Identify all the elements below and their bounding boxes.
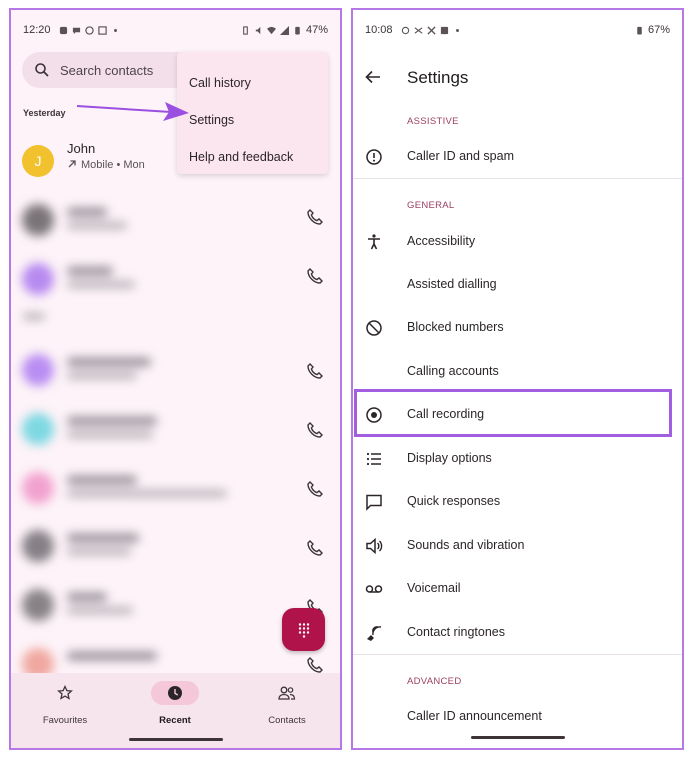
setting-voicemail[interactable]: Voicemail (353, 569, 682, 609)
bottom-navigation: Favourites Recent Contacts (11, 673, 340, 748)
wifi-icon (266, 26, 276, 35)
hotspot-icon (401, 26, 410, 35)
menu-item-help-feedback[interactable]: Help and feedback (189, 150, 293, 164)
linkedin-icon (440, 26, 449, 35)
divider (353, 178, 682, 179)
status-time: 10:08 (365, 24, 393, 36)
ringtone-icon (365, 624, 383, 642)
dialpad-button[interactable] (282, 608, 325, 651)
section-general: GENERAL (407, 200, 455, 211)
setting-calling-accounts[interactable]: Calling accounts (353, 352, 682, 392)
contact-name: John (67, 141, 96, 156)
app-bar: Settings (353, 50, 682, 106)
recent-call-blurred[interactable] (11, 255, 340, 303)
recent-call-blurred[interactable] (11, 346, 340, 394)
call-recording-highlight (354, 389, 672, 437)
menu-item-settings[interactable]: Settings (189, 113, 234, 127)
list-icon (365, 450, 383, 468)
x-icon (426, 25, 436, 35)
battery-icon (635, 26, 644, 35)
signal-icon (279, 25, 289, 35)
voicemail-icon (365, 580, 383, 598)
phone-icon[interactable] (306, 362, 324, 380)
call-detail-text: Mobile • Mon (81, 159, 145, 171)
phone-icon[interactable] (306, 480, 324, 498)
shuffle-icon (414, 26, 423, 35)
gesture-bar (470, 736, 565, 739)
section-assistive: ASSISTIVE (407, 116, 459, 127)
call-detail: Mobile • Mon (67, 159, 145, 171)
overflow-menu: Call history Settings Help and feedback (177, 52, 328, 174)
phone-icon[interactable] (306, 208, 324, 226)
nav-contacts[interactable]: Contacts (247, 681, 327, 726)
status-bar: 12:20 47% (11, 10, 340, 50)
people-icon (247, 681, 327, 705)
outgoing-call-icon (68, 160, 76, 168)
battery-icon (293, 26, 302, 35)
search-icon (34, 62, 50, 78)
star-icon (25, 681, 105, 705)
dot-icon (453, 26, 462, 35)
setting-blocked-numbers[interactable]: Blocked numbers (353, 308, 682, 348)
vibrate-icon (241, 25, 250, 35)
section-label-blurred (11, 305, 340, 325)
system-status: 47% (241, 24, 328, 36)
recent-call-blurred[interactable] (11, 522, 340, 570)
setting-quick-responses[interactable]: Quick responses (353, 482, 682, 522)
back-arrow-icon[interactable] (364, 68, 382, 86)
volume-icon (365, 537, 383, 555)
setting-display-options[interactable]: Display options (353, 439, 682, 479)
slack-icon (59, 26, 68, 35)
setting-sounds-vibration[interactable]: Sounds and vibration (353, 526, 682, 566)
setting-caller-id-announcement[interactable]: Caller ID announcement (353, 697, 682, 737)
chat-icon (72, 26, 81, 35)
system-status: 67% (635, 24, 670, 36)
whatsapp-icon (84, 25, 94, 35)
mute-icon (254, 26, 263, 35)
setting-assisted-dialling[interactable]: Assisted dialling (353, 265, 682, 305)
app-icon (97, 25, 107, 35)
dialer-settings-screen: 10:08 67% Settings ASSISTIVE Caller ID a… (351, 8, 684, 750)
block-icon (365, 319, 383, 337)
info-icon (365, 148, 383, 166)
page-title: Settings (407, 68, 469, 87)
message-icon (365, 493, 383, 511)
notification-icons (401, 25, 462, 35)
clock-icon (151, 681, 199, 705)
menu-item-call-history[interactable]: Call history (189, 76, 251, 90)
battery-level: 67% (647, 24, 670, 36)
pointer-arrow-icon (76, 102, 189, 121)
phone-icon[interactable] (306, 539, 324, 557)
nav-recent[interactable]: Recent (135, 681, 215, 726)
nav-favourites[interactable]: Favourites (25, 681, 105, 726)
phone-icon[interactable] (306, 656, 324, 674)
setting-accessibility[interactable]: Accessibility (353, 222, 682, 262)
phone-icon[interactable] (306, 267, 324, 285)
search-placeholder: Search contacts (60, 62, 154, 78)
setting-caller-id-spam[interactable]: Caller ID and spam (353, 137, 682, 177)
section-advanced: ADVANCED (407, 676, 462, 687)
status-time: 12:20 (23, 24, 51, 36)
recent-call-blurred[interactable] (11, 464, 340, 512)
phone-icon[interactable] (306, 421, 324, 439)
dot-icon (111, 26, 120, 35)
status-bar: 10:08 67% (353, 10, 682, 50)
avatar: J (22, 145, 54, 177)
setting-contact-ringtones[interactable]: Contact ringtones (353, 613, 682, 653)
recent-call-blurred[interactable] (11, 405, 340, 453)
section-yesterday: Yesterday (23, 108, 66, 118)
dialer-recents-screen: 12:20 47% Search contacts Yesterday J Jo… (9, 8, 342, 750)
accessibility-icon (365, 233, 383, 251)
dialpad-icon (298, 622, 309, 638)
notification-icons (59, 25, 120, 35)
gesture-bar (128, 738, 223, 741)
recent-call-blurred[interactable] (11, 196, 340, 244)
battery-level: 47% (305, 24, 328, 36)
divider (353, 654, 682, 655)
